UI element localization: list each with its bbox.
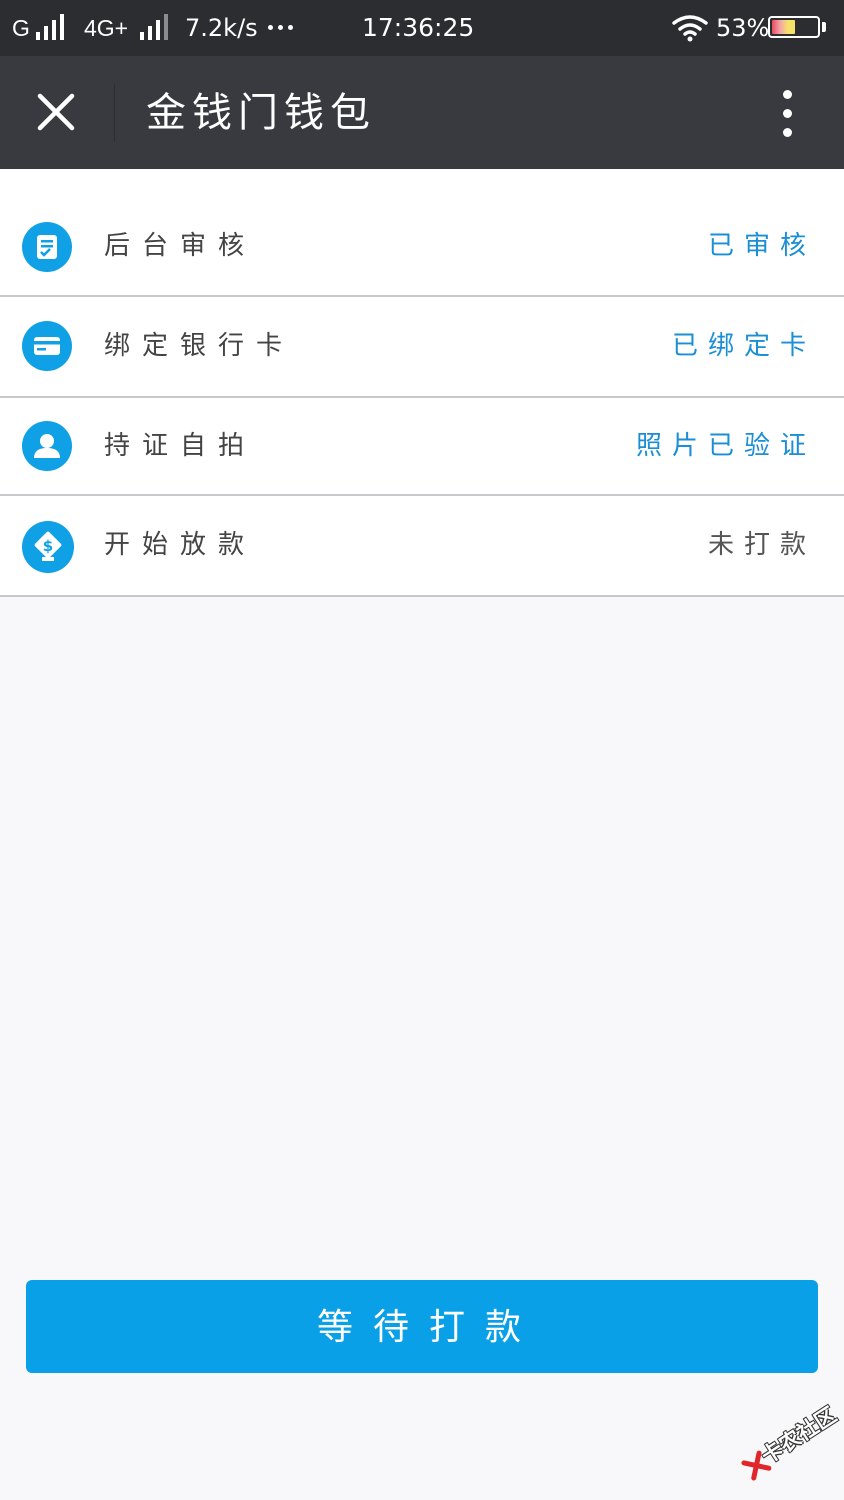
step-label: 开始放款 — [104, 530, 257, 560]
battery-tip — [822, 22, 826, 32]
close-button[interactable] — [22, 78, 90, 146]
battery-icon — [768, 16, 820, 38]
step-label: 持证自拍 — [104, 431, 257, 461]
status-bar: G 4G+ 7.2k/s 17:36:25 53% — [0, 0, 844, 56]
battery-level — [772, 20, 796, 34]
carrier-2-label: 4G+ — [84, 15, 129, 41]
page-title: 金钱门钱包 — [146, 90, 376, 136]
clock: 17:36:25 — [362, 13, 475, 42]
battery-percent: 53% — [716, 14, 770, 42]
await-payment-button[interactable]: 等待打款 — [26, 1280, 818, 1373]
network-speed: 7.2k/s — [185, 14, 258, 42]
watermark-logo: 卡农社区 — [733, 1392, 844, 1494]
more-menu-button[interactable] — [770, 84, 806, 144]
step-label: 绑定银行卡 — [104, 331, 295, 361]
step-status: 未打款 — [707, 530, 816, 560]
navigation-bar: 金钱门钱包 — [0, 56, 844, 169]
navbar-divider — [114, 84, 115, 142]
step-label: 后台审核 — [104, 231, 257, 261]
step-status: 已绑定卡 — [671, 331, 816, 361]
bank-card-icon — [22, 321, 72, 371]
step-row-bank-card[interactable]: 绑定银行卡 已绑定卡 — [0, 297, 844, 398]
step-status: 照片已验证 — [635, 431, 816, 461]
step-row-selfie[interactable]: 持证自拍 照片已验证 — [0, 398, 844, 496]
watermark-text: 卡农社区 — [757, 1402, 841, 1469]
step-row-disbursement[interactable]: $ 开始放款 未打款 — [0, 496, 844, 597]
close-icon — [37, 93, 75, 131]
audit-document-icon — [22, 222, 72, 272]
wifi-icon — [672, 15, 708, 42]
money-hand-icon: $ — [22, 521, 74, 573]
progress-step-list: 后台审核 已审核 绑定银行卡 已绑定卡 持证自拍 照片已验证 $ 开始放款 未打… — [0, 169, 844, 597]
step-row-audit[interactable]: 后台审核 已审核 — [0, 169, 844, 297]
svg-text:$: $ — [43, 537, 53, 555]
step-status: 已审核 — [707, 231, 816, 261]
carrier-1-label: G — [12, 15, 30, 41]
user-icon — [22, 421, 72, 471]
